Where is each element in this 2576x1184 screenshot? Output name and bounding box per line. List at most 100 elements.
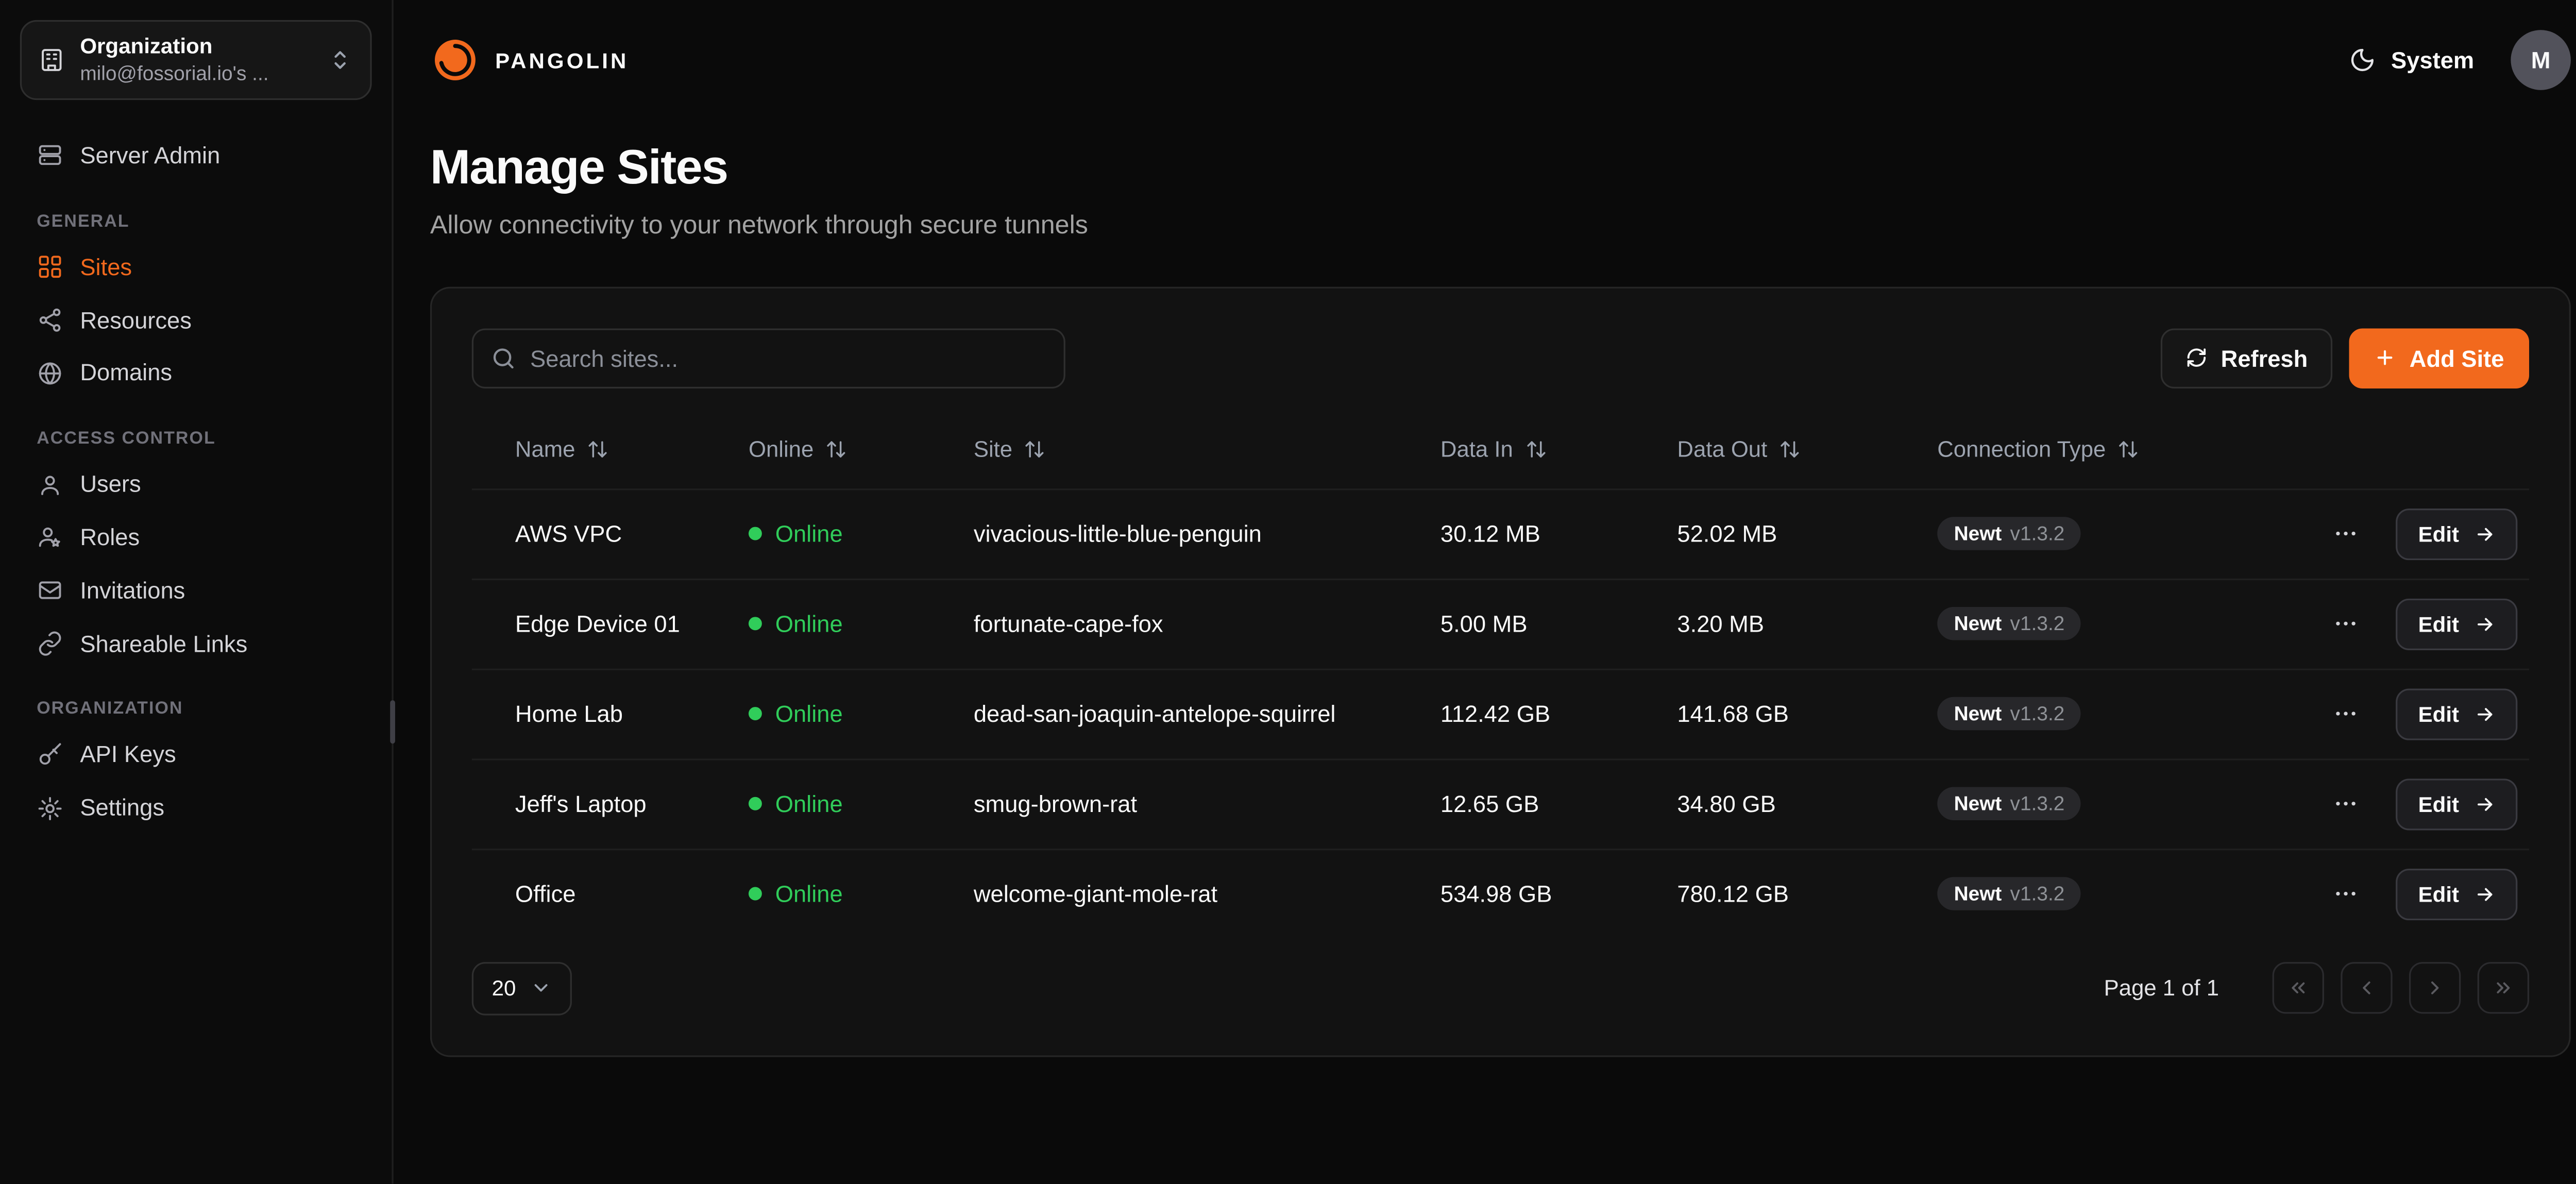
brand[interactable]: PANGOLIN: [430, 35, 629, 85]
sidebar-item-domains[interactable]: Domains: [20, 347, 372, 399]
topbar-actions: System M: [2349, 30, 2571, 90]
status-label: Online: [775, 611, 843, 638]
organization-icon: [38, 47, 65, 74]
edit-button[interactable]: Edit: [2397, 509, 2518, 560]
column-header-online[interactable]: Online: [705, 437, 930, 463]
status-dot: [749, 798, 762, 811]
sidebar-item-sites[interactable]: Sites: [20, 242, 372, 293]
sidebar-item-invitations[interactable]: Invitations: [20, 565, 372, 616]
next-page-button[interactable]: [2409, 963, 2461, 1014]
row-menu-button[interactable]: [2327, 604, 2367, 645]
column-header-site[interactable]: Site: [930, 437, 1397, 463]
sidebar-item-roles[interactable]: Roles: [20, 512, 372, 563]
sites-icon: [37, 253, 63, 280]
edit-button[interactable]: Edit: [2397, 599, 2518, 650]
edit-label: Edit: [2418, 702, 2459, 727]
sidebar-item-api-keys[interactable]: API Keys: [20, 729, 372, 781]
sidebar-item-resources[interactable]: Resources: [20, 294, 372, 346]
column-label: Site: [974, 437, 1012, 463]
first-page-button[interactable]: [2273, 963, 2324, 1014]
search-icon: [490, 345, 517, 372]
column-label: Name: [515, 437, 575, 463]
column-header-data-in[interactable]: Data In: [1397, 437, 1634, 463]
sidebar-item-users[interactable]: Users: [20, 459, 372, 511]
column-header-name[interactable]: Name: [472, 437, 705, 463]
arrow-right-icon: [2474, 703, 2496, 725]
status-label: Online: [775, 881, 843, 908]
sites-table: Name Online Site Data In: [472, 412, 2529, 939]
refresh-button[interactable]: Refresh: [2161, 328, 2333, 388]
sidebar-item-label: Domains: [80, 359, 172, 387]
status-label: Online: [775, 791, 843, 818]
row-actions-cell: Edit: [2194, 509, 2529, 560]
last-page-button[interactable]: [2478, 963, 2529, 1014]
avatar[interactable]: M: [2511, 30, 2570, 90]
add-site-button[interactable]: Add Site: [2349, 328, 2529, 388]
connection-badge: Newtv1.3.2: [1937, 607, 2081, 641]
sidebar-scrollbar[interactable]: [390, 700, 395, 743]
page-size-select[interactable]: 20: [472, 962, 573, 1016]
row-menu-button[interactable]: [2327, 784, 2367, 824]
row-menu-button[interactable]: [2327, 874, 2367, 915]
status-dot: [749, 888, 762, 901]
org-picker-text: Organization milo@fossorial.io's ...: [80, 34, 312, 86]
data-in-cell: 534.98 GB: [1397, 881, 1634, 908]
search-input[interactable]: [472, 328, 1065, 388]
table-row: Office Online welcome-giant-mole-rat 534…: [472, 850, 2529, 939]
sort-icon: [825, 439, 847, 461]
previous-page-button[interactable]: [2341, 963, 2392, 1014]
sidebar-item-settings[interactable]: Settings: [20, 782, 372, 834]
status-dot: [749, 618, 762, 631]
data-in-cell: 5.00 MB: [1397, 611, 1634, 638]
site-name-cell: Home Lab: [472, 701, 705, 728]
status-dot: [749, 528, 762, 541]
sidebar-section-access-control: ACCESS CONTROL: [37, 429, 355, 449]
status-dot: [749, 707, 762, 721]
sidebar-item-label: Resources: [80, 306, 192, 334]
sidebar-section-general: GENERAL: [37, 211, 355, 231]
settings-icon: [37, 794, 63, 821]
table-row: Jeff's Laptop Online smug-brown-rat 12.6…: [472, 760, 2529, 850]
edit-button[interactable]: Edit: [2397, 869, 2518, 920]
edit-label: Edit: [2418, 522, 2459, 547]
data-in-cell: 12.65 GB: [1397, 791, 1634, 818]
brand-name: PANGOLIN: [495, 47, 629, 73]
row-menu-button[interactable]: [2327, 695, 2367, 735]
column-header-data-out[interactable]: Data Out: [1634, 437, 1894, 463]
sort-icon: [1024, 439, 1046, 461]
edit-label: Edit: [2418, 882, 2459, 907]
sidebar-item-server-admin[interactable]: Server Admin: [20, 130, 372, 181]
column-label: Data In: [1440, 437, 1513, 463]
sites-card: Refresh Add Site Name: [430, 286, 2571, 1057]
sidebar-item-shareable-links[interactable]: Shareable Links: [20, 618, 372, 669]
theme-toggle[interactable]: System: [2349, 47, 2474, 74]
site-name-cell: Jeff's Laptop: [472, 791, 705, 818]
edit-label: Edit: [2418, 792, 2459, 817]
connection-type: Newt: [1954, 525, 2002, 545]
site-id-cell: vivacious-little-blue-penguin: [930, 521, 1397, 548]
org-name: Organization: [80, 34, 312, 61]
row-actions-cell: Edit: [2194, 688, 2529, 740]
row-menu-button[interactable]: [2327, 514, 2367, 554]
sidebar-item-label: Roles: [80, 523, 140, 551]
online-status-cell: Online: [705, 791, 930, 818]
connection-version: v1.3.2: [2010, 704, 2065, 724]
site-id-cell: smug-brown-rat: [930, 791, 1397, 818]
sidebar-item-label: Server Admin: [80, 142, 220, 170]
site-name-cell: AWS VPC: [472, 521, 705, 548]
connection-type-cell: Newtv1.3.2: [1894, 878, 2194, 911]
column-header-connection-type[interactable]: Connection Type: [1894, 437, 2194, 463]
arrow-right-icon: [2474, 614, 2496, 635]
table-header: Name Online Site Data In: [472, 412, 2529, 490]
invitations-icon: [37, 577, 63, 604]
connection-badge: Newtv1.3.2: [1937, 878, 2081, 911]
toolbar-actions: Refresh Add Site: [2161, 328, 2529, 388]
edit-button[interactable]: Edit: [2397, 779, 2518, 830]
connection-type: Newt: [1954, 884, 2002, 904]
edit-button[interactable]: Edit: [2397, 688, 2518, 740]
org-picker[interactable]: Organization milo@fossorial.io's ...: [20, 20, 372, 100]
connection-type-cell: Newtv1.3.2: [1894, 788, 2194, 821]
connection-type: Newt: [1954, 794, 2002, 815]
data-out-cell: 52.02 MB: [1634, 521, 1894, 548]
pagination: Page 1 of 1: [2104, 963, 2529, 1014]
